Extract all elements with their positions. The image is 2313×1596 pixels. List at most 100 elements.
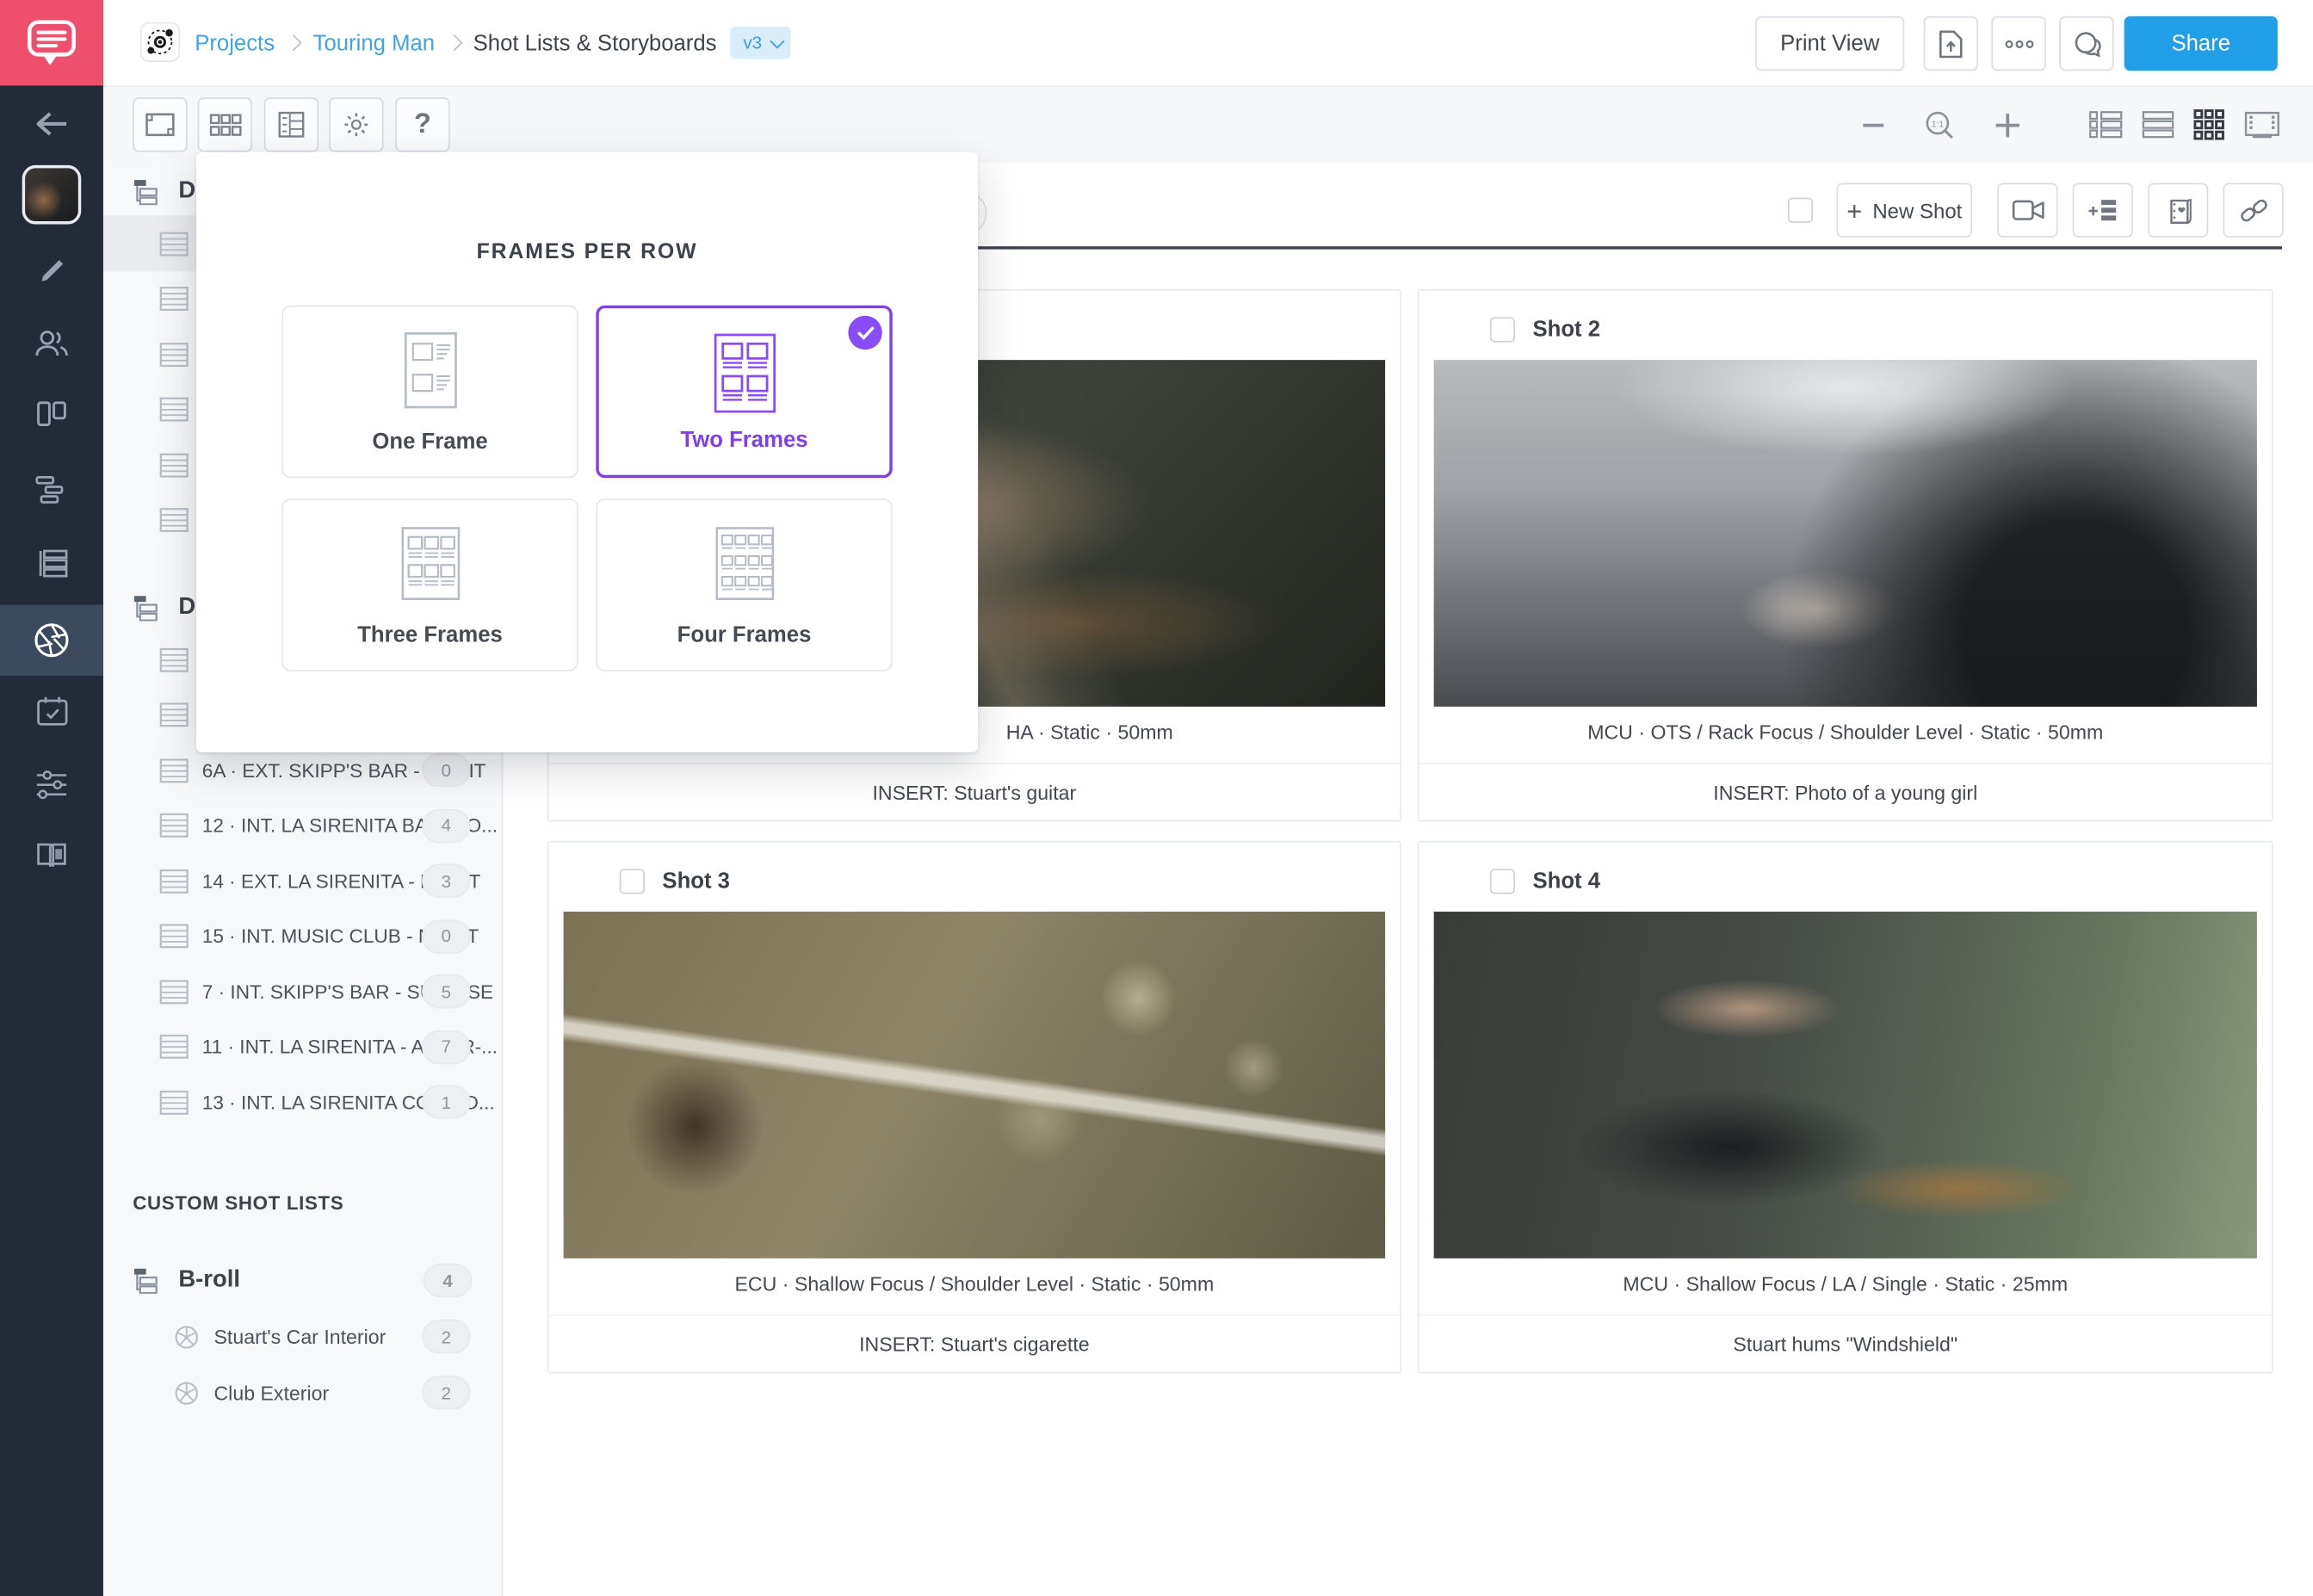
- aspect-ratio-button[interactable]: [133, 97, 187, 152]
- plus-icon: +: [1846, 197, 1862, 224]
- left-nav-rail: [0, 0, 103, 1596]
- scene-table-icon: [159, 1090, 189, 1115]
- storyboard-frame-image[interactable]: [564, 912, 1386, 1259]
- share-button[interactable]: Share: [2124, 16, 2278, 71]
- shot-card-4[interactable]: Shot 4 MCU · Shallow Focus / LA / Single…: [1418, 841, 2273, 1374]
- storyboard-frame-image[interactable]: [1434, 912, 2257, 1259]
- scene-row[interactable]: 12 · INT. LA SIRENITA BATHRO...4: [103, 797, 502, 853]
- shot-card-3[interactable]: Shot 3 ECU · Shallow Focus / Shoulder Le…: [547, 841, 1401, 1374]
- arrow-left-icon: [34, 109, 69, 139]
- zoom-reset-icon[interactable]: 1:1: [1924, 108, 1957, 141]
- nav-call-sheets[interactable]: [0, 547, 103, 580]
- breadcrumb-chevron-icon: [446, 34, 462, 51]
- more-options-button[interactable]: [1991, 16, 2045, 71]
- custom-list-item[interactable]: Club Exterior 2: [103, 1370, 502, 1414]
- breadcrumb-projects[interactable]: Projects: [195, 30, 275, 55]
- option-label: Four Frames: [597, 622, 891, 647]
- export-button[interactable]: [1924, 16, 1978, 71]
- video-camera-icon: [2012, 199, 2044, 221]
- pencil-icon: [34, 254, 68, 288]
- four-frames-layout-icon: [597, 523, 891, 608]
- camera-shot-specs-button[interactable]: [1997, 182, 2057, 237]
- new-shot-button[interactable]: + New Shot: [1836, 182, 1972, 237]
- help-button[interactable]: ?: [395, 97, 449, 152]
- scene-table-icon: [159, 507, 189, 532]
- comments-button[interactable]: [2059, 16, 2113, 71]
- scene-row[interactable]: 7 · INT. SKIPP'S BAR - SUNRISE5: [103, 963, 502, 1019]
- scene-row[interactable]: 14 · EXT. LA SIRENITA - NIGHT3: [103, 852, 502, 908]
- studiobinder-logo[interactable]: [0, 0, 103, 85]
- nav-shot-lists-storyboards[interactable]: [0, 621, 103, 659]
- broll-group-header[interactable]: B-roll 4: [103, 1259, 503, 1301]
- option-label: Three Frames: [283, 622, 577, 647]
- shot-checkbox[interactable]: [620, 869, 645, 894]
- rows-view-icon[interactable]: [2142, 111, 2174, 139]
- option-one-frame[interactable]: One Frame: [281, 306, 578, 478]
- custom-list-item[interactable]: Stuart's Car Interior 2: [103, 1315, 502, 1358]
- one-frame-layout-icon: [283, 329, 577, 414]
- nav-reports-docs[interactable]: [0, 839, 103, 872]
- shot-count-badge: 3: [422, 863, 471, 897]
- version-badge[interactable]: v3: [730, 27, 790, 59]
- stacked-rows-icon: [34, 547, 69, 580]
- card-divider: [548, 763, 1400, 764]
- print-view-button[interactable]: Print View: [1755, 16, 1904, 71]
- card-divider: [1419, 1315, 2272, 1316]
- two-frames-layout-icon: [599, 331, 890, 416]
- shot-count-badge: 7: [422, 1030, 471, 1063]
- list-detail-view-icon[interactable]: [2089, 111, 2123, 139]
- option-three-frames[interactable]: Three Frames: [281, 498, 578, 671]
- copy-link-button[interactable]: [2223, 182, 2283, 237]
- select-all-checkbox[interactable]: [1788, 198, 1813, 223]
- speech-bubble-logo-icon: [25, 18, 78, 68]
- nav-settings-sliders[interactable]: [0, 769, 103, 801]
- share-label: Share: [2171, 31, 2230, 56]
- link-icon: [2238, 195, 2267, 225]
- shot-count-badge: 4: [424, 1264, 473, 1297]
- card-divider: [1419, 763, 2272, 764]
- nav-contacts[interactable]: [0, 327, 103, 360]
- chat-bubbles-icon: [2072, 30, 2101, 57]
- shot-spec-caption: MCU · OTS / Rack Focus / Shoulder Level …: [1434, 711, 2257, 755]
- top-header-bar: Projects Touring Man Shot Lists & Storyb…: [103, 0, 2313, 87]
- nav-breakdown-boards[interactable]: [0, 399, 103, 432]
- scene-row[interactable]: 11 · INT. LA SIRENITA - AFTER-...7: [103, 1018, 502, 1074]
- grid-view-icon[interactable]: [2193, 109, 2224, 140]
- filmstrip-view-icon[interactable]: [2243, 110, 2280, 139]
- nav-shooting-schedule[interactable]: [0, 473, 103, 506]
- card-divider: [548, 1315, 1400, 1316]
- breadcrumb-chevron-icon: [286, 34, 302, 51]
- frames-per-row-button[interactable]: [198, 97, 252, 152]
- option-two-frames[interactable]: Two Frames: [596, 306, 892, 478]
- option-label: One Frame: [283, 430, 577, 455]
- custom-list-label: Club Exterior: [213, 1382, 329, 1404]
- scene-row[interactable]: 15 · INT. MUSIC CLUB - NIGHT0: [103, 908, 502, 964]
- add-list-icon: [2087, 198, 2118, 223]
- frames-per-row-title: FRAMES PER ROW: [196, 240, 978, 263]
- shot-spec-caption: MCU · Shallow Focus / LA / Single · Stat…: [1434, 1263, 2257, 1307]
- shot-card-2[interactable]: Shot 2 MCU · OTS / Rack Focus / Shoulder…: [1418, 289, 2273, 822]
- zoom-in-icon[interactable]: [1994, 111, 2021, 138]
- shot-checkbox[interactable]: [1490, 317, 1515, 342]
- nav-scriptwriting[interactable]: [0, 254, 103, 288]
- zoom-out-icon[interactable]: [1862, 121, 1885, 127]
- nav-calendar[interactable]: [0, 695, 103, 727]
- shot-count-badge: 5: [422, 974, 471, 1008]
- breadcrumb-project[interactable]: Touring Man: [313, 30, 435, 55]
- storyboard-frame-image[interactable]: [1434, 360, 2257, 707]
- version-label: v3: [743, 33, 762, 53]
- scene-row[interactable]: 13 · INT. LA SIRENITA CORRID...1: [103, 1074, 502, 1130]
- layout-columns-button[interactable]: [264, 97, 319, 152]
- project-avatar[interactable]: [140, 22, 180, 62]
- shot-checkbox[interactable]: [1490, 869, 1515, 894]
- secondary-toolbar: ? 1:1: [103, 85, 2313, 162]
- option-four-frames[interactable]: Four Frames: [596, 498, 892, 671]
- add-to-list-button[interactable]: [2073, 182, 2133, 237]
- project-thumbnail[interactable]: [22, 165, 82, 225]
- storyboard-pages-button[interactable]: [2148, 182, 2208, 237]
- scene-table-icon: [159, 758, 189, 783]
- shot-title: Shot 2: [1532, 317, 1600, 342]
- collapse-back-button[interactable]: [0, 109, 103, 139]
- settings-button[interactable]: [329, 97, 383, 152]
- file-export-icon: [1939, 28, 1964, 58]
